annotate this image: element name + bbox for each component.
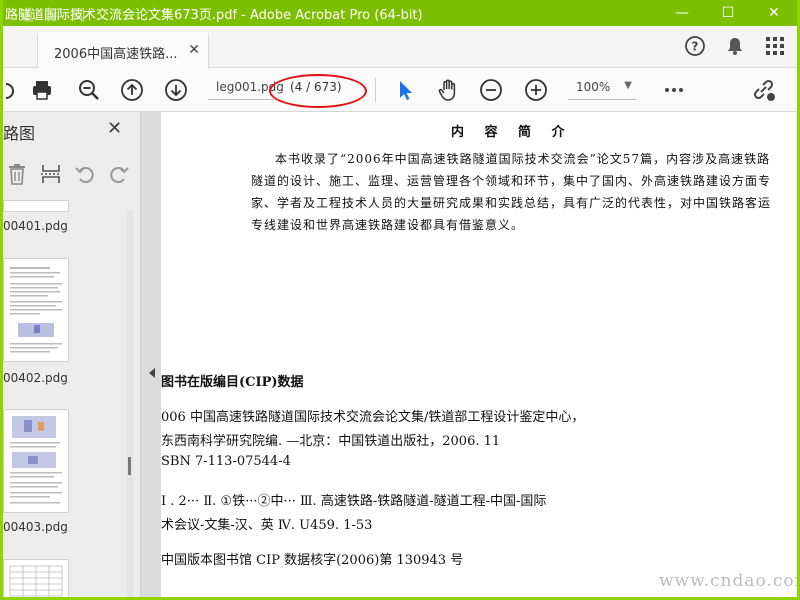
zoom-out-search-icon[interactable] [76, 77, 102, 103]
red-highlight-ellipse [269, 74, 367, 108]
page-name-field[interactable]: leg001.pdg [208, 80, 284, 100]
page-thumbnail[interactable] [3, 409, 69, 513]
panel-title: 路图 [3, 124, 36, 143]
panel-close-icon[interactable]: ✕ [107, 118, 122, 139]
page-thumbnail[interactable] [3, 200, 69, 212]
zoom-select[interactable]: 100% ▼ [568, 80, 636, 100]
more-options-icon[interactable] [661, 77, 687, 103]
app-window: 路隧道国际技术交流会论文集673页.pdf - Adobe Acrobat Pr… [3, 0, 797, 597]
page-thumbnail[interactable] [3, 258, 69, 362]
maximize-button[interactable]: ☐ [705, 0, 751, 26]
cip-line: SBN 7-113-07544-4 [161, 454, 291, 469]
previous-page-icon[interactable] [119, 77, 145, 103]
undo-icon[interactable] [3, 77, 17, 103]
chevron-down-icon: ▼ [624, 80, 632, 91]
share-link-icon[interactable] [751, 77, 777, 103]
cip-line: 中国版本图书馆 CIP 数据核字(2006)第 130943 号 [161, 553, 464, 568]
panel-scrollbar[interactable] [127, 210, 133, 597]
cip-title: 图书在版编目(CIP)数据 [161, 375, 304, 390]
doc-intro-paragraph: 本书收录了“2006年中国高速铁路隧道国际技术交流会”论文57篇，内容涉及高速铁… [251, 152, 772, 232]
page-thumbnails-panel: 路图 ✕ 00401.pdg 00402.pdg 00403.pdg [3, 112, 141, 597]
document-tab[interactable]: 2006中国高速铁路... ✕ [37, 32, 209, 68]
title-bar: 路隧道国际技术交流会论文集673页.pdf - Adobe Acrobat Pr… [3, 0, 797, 26]
next-page-icon[interactable] [163, 77, 189, 103]
cip-line: 006 中国高速铁路隧道国际技术交流会论文集/铁道部工程设计鉴定中心， [161, 410, 585, 425]
hand-tool-icon[interactable] [435, 77, 461, 103]
close-window-button[interactable]: ✕ [751, 0, 797, 26]
tab-bar: 2006中国高速铁路... ✕ ? [3, 26, 797, 68]
document-view[interactable]: 内 容 简 介 本书收录了“2006年中国高速铁路隧道国际技术交流会”论文57篇… [161, 112, 797, 597]
watermark-bottom: www.cndao.com [659, 571, 797, 591]
watermark-top: 道 标 网 [19, 6, 89, 24]
page-thumbnail[interactable] [3, 559, 69, 597]
zoom-value: 100% [576, 80, 611, 94]
bell-icon[interactable] [723, 34, 747, 58]
select-cursor-icon[interactable] [392, 77, 418, 103]
tabbar-right-icons: ? [683, 34, 787, 58]
rotate-right-icon[interactable] [107, 162, 131, 186]
cip-line: 术会议-文集-汉、英 Ⅳ. U459. 1-53 [161, 518, 373, 533]
insert-page-icon[interactable] [39, 162, 63, 186]
rotate-left-icon[interactable] [73, 162, 97, 186]
print-icon[interactable] [29, 77, 55, 103]
zoom-in-icon[interactable] [523, 77, 549, 103]
panel-tools [3, 162, 141, 188]
window-controls: — ☐ ✕ [659, 0, 797, 26]
panel-splitter[interactable] [141, 112, 161, 597]
collapse-arrow-icon[interactable] [149, 368, 155, 378]
tab-label: 2006中国高速铁路... [54, 47, 178, 62]
svg-text:?: ? [692, 40, 699, 54]
cip-line: I . 2··· Ⅱ. ①铁···②中··· Ⅲ. 高速铁路-铁路隧道-隧道工程… [161, 494, 547, 509]
help-icon[interactable]: ? [683, 34, 707, 58]
tab-close-icon[interactable]: ✕ [188, 42, 200, 58]
thumbnail-label: 00402.pdg [3, 371, 68, 385]
minimize-button[interactable]: — [659, 0, 705, 26]
apps-grid-icon[interactable] [763, 34, 787, 58]
zoom-out-icon[interactable] [478, 77, 504, 103]
cip-line: 东西南科学研究院编. —北京：中国铁道出版社，2006. 11 [161, 434, 501, 449]
toolbar: leg001.pdg (4 / 673) 100% ▼ [3, 68, 797, 112]
scrollbar-grip[interactable] [128, 457, 131, 475]
trash-icon[interactable] [5, 162, 29, 186]
thumbnail-label: 00403.pdg [3, 520, 68, 534]
thumbnail-label: 00401.pdg [3, 219, 68, 233]
toolbar-separator [375, 78, 376, 102]
doc-heading: 内 容 简 介 [451, 125, 573, 140]
